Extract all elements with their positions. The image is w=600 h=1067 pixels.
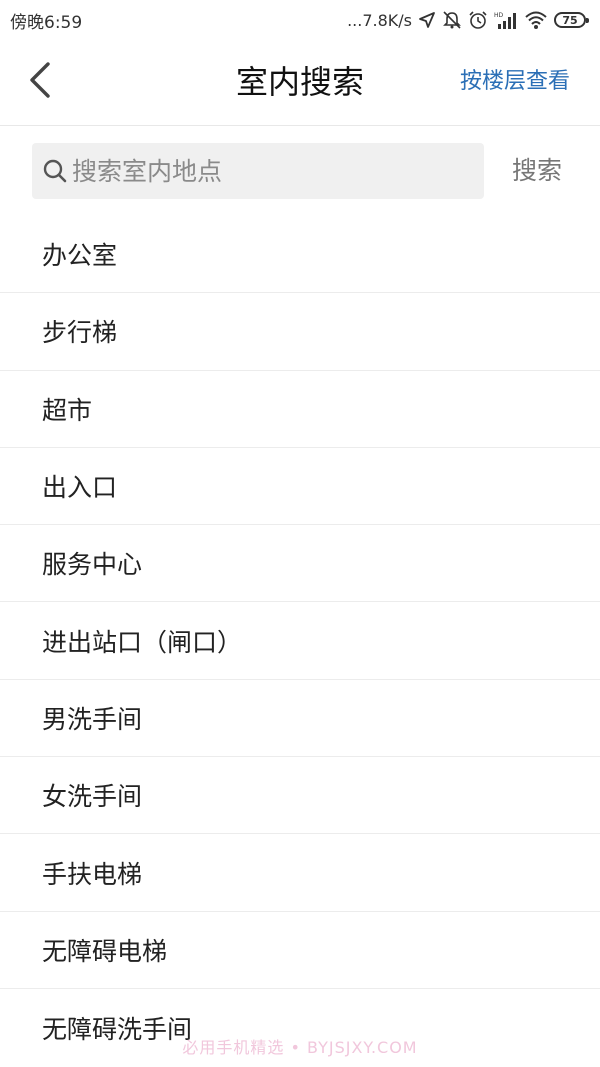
list-item[interactable]: 无障碍电梯	[0, 912, 600, 989]
list-item[interactable]: 步行梯	[0, 293, 600, 371]
search-row: 搜索	[0, 126, 600, 220]
list-item[interactable]: 出入口	[0, 448, 600, 526]
list-item-label: 手扶电梯	[42, 859, 143, 889]
battery-level: 75	[562, 13, 578, 27]
search-box[interactable]	[32, 143, 484, 199]
list-item[interactable]: 办公室	[0, 216, 600, 294]
list-item[interactable]: 进出站口（闸口）	[0, 602, 600, 680]
list-item-label: 女洗手间	[42, 782, 143, 812]
battery-icon: 75	[554, 12, 589, 28]
list-item[interactable]: 超市	[0, 371, 600, 448]
alarm-icon	[468, 10, 488, 30]
list-item-label: 步行梯	[42, 318, 118, 348]
search-button[interactable]: 搜索	[512, 156, 562, 186]
status-bar: 傍晚6:59 ...7.8K/s HD 75	[0, 0, 600, 40]
search-input[interactable]	[72, 156, 472, 186]
svg-text:HD: HD	[494, 12, 504, 19]
list-item[interactable]: 女洗手间	[0, 757, 600, 835]
list-item-label: 进出站口（闸口）	[42, 627, 243, 657]
list-item[interactable]: 服务中心	[0, 525, 600, 603]
wifi-icon	[524, 10, 548, 30]
list-item[interactable]: 男洗手间	[0, 680, 600, 758]
list-item-label: 办公室	[42, 241, 118, 271]
list-item-label: 无障碍洗手间	[42, 1014, 193, 1044]
back-button[interactable]	[20, 62, 60, 102]
location-icon	[418, 10, 436, 30]
list-item-label: 男洗手间	[42, 704, 143, 734]
category-list: 办公室步行梯超市出入口服务中心进出站口（闸口） 男洗手间女洗手间手扶电梯无障碍电梯…	[0, 216, 600, 1066]
list-item[interactable]: 无障碍洗手间	[0, 989, 600, 1066]
list-item-label: 无障碍电梯	[42, 936, 168, 966]
hd-signal-icon: HD	[494, 10, 518, 30]
chevron-left-icon	[28, 62, 52, 102]
mute-icon	[442, 10, 462, 30]
list-item-label: 出入口	[42, 473, 118, 503]
search-icon	[42, 158, 68, 184]
list-item-label: 服务中心	[42, 550, 143, 580]
list-item[interactable]: 手扶电梯	[0, 834, 600, 912]
status-icons: ...7.8K/s HD 75	[347, 10, 589, 30]
app-screen: 傍晚6:59 ...7.8K/s HD 75 室内搜索 按楼层查看 搜索室内地点…	[0, 0, 600, 1067]
list-item-label: 超市	[42, 395, 93, 425]
app-header: 室内搜索 按楼层查看	[0, 40, 600, 126]
network-speed: ...7.8K/s	[347, 10, 412, 30]
status-time: 傍晚6:59	[10, 12, 83, 33]
view-by-floor-link[interactable]: 按楼层查看	[460, 68, 570, 96]
